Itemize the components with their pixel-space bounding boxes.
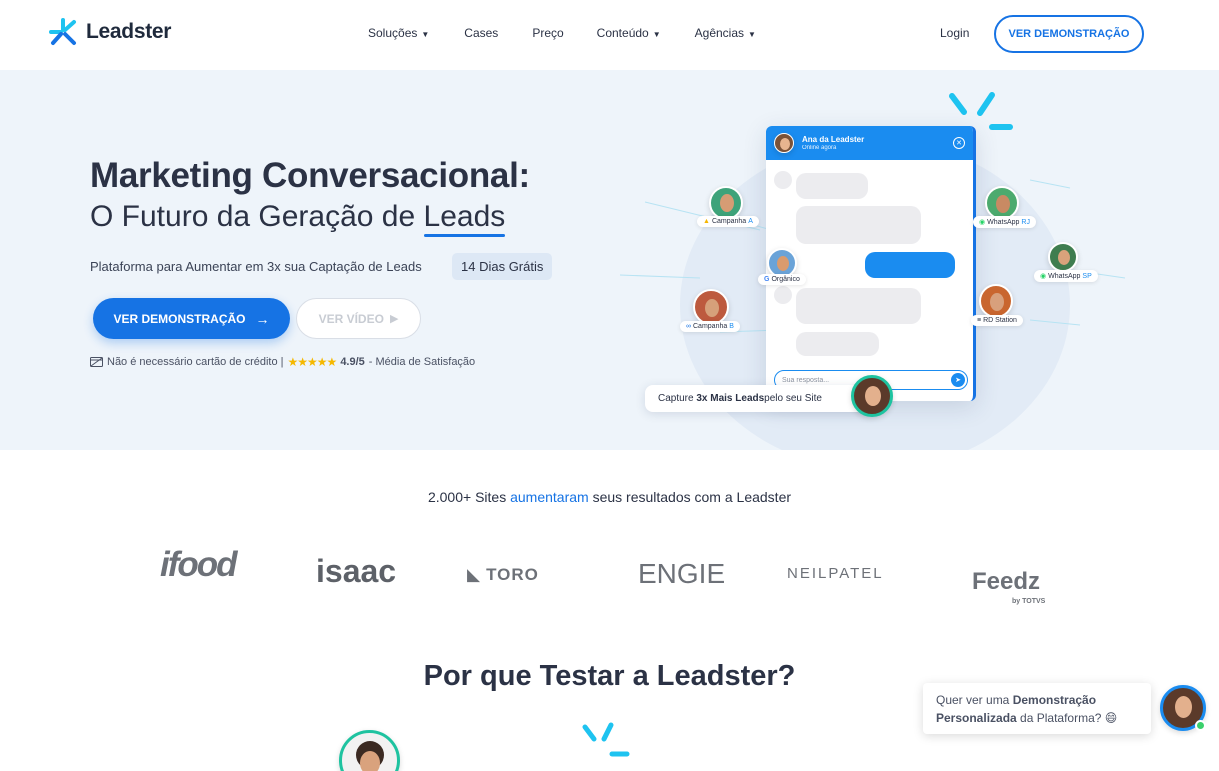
hero-section: Marketing Conversacional: O Futuro da Ge… xyxy=(0,70,1219,450)
capture-leads-callout: Capture 3x Mais Leads pelo seu Site xyxy=(645,385,875,412)
popup-text: da Plataforma? 😄 xyxy=(1016,711,1118,725)
google-icon: G xyxy=(764,276,770,283)
main-nav: Soluções ▼ Cases Preço Conteúdo ▼ Agênci… xyxy=(368,26,756,40)
cta-bold: 3x Mais Leads xyxy=(696,393,765,404)
chat-bubble-user xyxy=(865,252,955,278)
send-icon[interactable]: ➤ xyxy=(951,373,965,387)
chevron-down-icon: ▼ xyxy=(421,29,430,39)
chat-header: Ana da Leadster Online agora ✕ xyxy=(766,126,973,160)
online-status-dot xyxy=(1195,720,1206,731)
heading-highlight: aumentaram xyxy=(510,489,589,505)
isaac-logo: isaac xyxy=(316,553,397,589)
avatar xyxy=(1048,242,1078,272)
popup-line-2: Personalizada da Plataforma? 😄 xyxy=(936,709,1138,727)
meta-icon: ∞ xyxy=(686,323,691,330)
login-link[interactable]: Login xyxy=(940,26,969,40)
sparkle-icon xyxy=(949,92,1013,130)
chevron-down-icon: ▼ xyxy=(748,29,756,39)
tag-label: RD Station xyxy=(983,317,1017,324)
engie-logo: ENGIE xyxy=(638,558,726,589)
nav-item-solucoes[interactable]: Soluções ▼ xyxy=(368,26,429,40)
source-tag-campanha-a: ▲ Campanha A xyxy=(697,216,759,227)
agent-status: Online agora xyxy=(802,145,837,151)
source-tag-rd-station: ≡ RD Station xyxy=(971,315,1023,326)
leadster-logo[interactable]: Leadster xyxy=(48,17,171,47)
source-tag-whatsapp-sp: ◉ WhatsApp SP xyxy=(1034,270,1098,282)
tag-suffix: B xyxy=(729,323,734,330)
avatar xyxy=(693,289,729,325)
tag-label: WhatsApp xyxy=(1048,272,1081,280)
tag-label: Campanha xyxy=(711,218,747,225)
rd-station-icon: ≡ xyxy=(977,317,982,324)
popup-bold: Demonstração xyxy=(1012,693,1097,707)
tag-suffix: SP xyxy=(1082,272,1092,280)
chat-bubble xyxy=(774,171,792,189)
chevron-down-icon: ▼ xyxy=(652,29,661,39)
nav-label: Conteúdo xyxy=(596,26,649,40)
nav-item-conteudo[interactable]: Conteúdo ▼ xyxy=(597,26,661,40)
tag-label: Orgânico xyxy=(771,276,800,283)
nav-label: Cases xyxy=(464,26,499,40)
popup-bold: Personalizada xyxy=(936,711,1017,725)
heading-suffix: seus resultados com a Leadster xyxy=(588,489,792,505)
feedz-logo: Feedz xyxy=(972,568,1041,595)
nav-item-cases[interactable]: Cases xyxy=(464,26,498,40)
header-demo-button[interactable]: VER DEMONSTRAÇÃO xyxy=(994,15,1144,53)
neilpatel-logo: NEILPATEL xyxy=(787,565,884,582)
source-tag-whatsapp-rj: ◉ WhatsApp RJ xyxy=(973,216,1036,228)
heading-prefix: 2.000+ Sites xyxy=(427,489,511,505)
chat-bubble xyxy=(796,332,879,356)
leadster-logo-icon xyxy=(49,18,76,45)
connection-lines xyxy=(619,92,1126,333)
close-icon[interactable]: ✕ xyxy=(953,137,965,149)
logo-text: TORO xyxy=(486,565,539,584)
nav-label: Agências xyxy=(694,26,745,40)
popup-line-1: Quer ver uma Demonstração xyxy=(936,691,1138,709)
source-tag-organico: G Orgânico xyxy=(758,274,806,285)
social-proof-heading: 2.000+ Sites aumentaram seus resultados … xyxy=(0,489,1219,505)
avatar xyxy=(985,186,1019,220)
cta-prefix: Capture xyxy=(658,393,694,404)
agent-avatar xyxy=(774,133,794,153)
nav-item-agencias[interactable]: Agências ▼ xyxy=(695,26,756,40)
tag-label: Campanha xyxy=(693,323,728,330)
totvs-logo: by TOTVS xyxy=(1012,598,1046,605)
agent-name: Ana da Leadster xyxy=(802,135,865,144)
source-tag-campanha-b: ∞ Campanha B xyxy=(680,321,740,332)
input-placeholder: Sua resposta... xyxy=(782,376,830,384)
chat-bubble xyxy=(774,286,792,304)
chat-bubble xyxy=(796,173,868,199)
chat-bubble xyxy=(796,206,921,244)
popup-text: Quer ver uma xyxy=(936,693,1013,707)
chat-bubble xyxy=(796,288,921,324)
nav-item-preco[interactable]: Preço xyxy=(532,26,563,40)
tag-suffix: A xyxy=(748,218,753,225)
chat-widget-preview: Ana da Leadster Online agora ✕ Sua respo… xyxy=(766,126,976,401)
nav-label: Preço xyxy=(532,26,564,40)
agent-avatar xyxy=(851,375,893,417)
toro-icon: ◣ xyxy=(467,565,481,584)
avatar xyxy=(339,730,400,771)
avatar xyxy=(709,186,743,220)
tag-label: WhatsApp xyxy=(987,218,1020,226)
site-header: Leadster Soluções ▼ Cases Preço Conteúdo… xyxy=(0,0,1219,70)
cta-suffix: pelo seu Site xyxy=(764,393,822,404)
tag-suffix: RJ xyxy=(1021,218,1030,226)
logo-text: Leadster xyxy=(86,20,172,43)
whatsapp-icon: ◉ xyxy=(1040,273,1047,280)
sparkle-icon xyxy=(582,722,630,757)
ifood-logo: ifood xyxy=(160,545,238,584)
google-ads-icon: ▲ xyxy=(703,218,710,225)
whatsapp-icon: ◉ xyxy=(979,219,986,226)
chat-popup[interactable]: Quer ver uma Demonstração Personalizada … xyxy=(923,683,1151,734)
toro-logo: ◣ TORO xyxy=(467,565,539,585)
agent-info: Ana da Leadster Online agora xyxy=(802,135,864,151)
avatar xyxy=(979,284,1013,318)
nav-label: Soluções xyxy=(368,26,418,40)
